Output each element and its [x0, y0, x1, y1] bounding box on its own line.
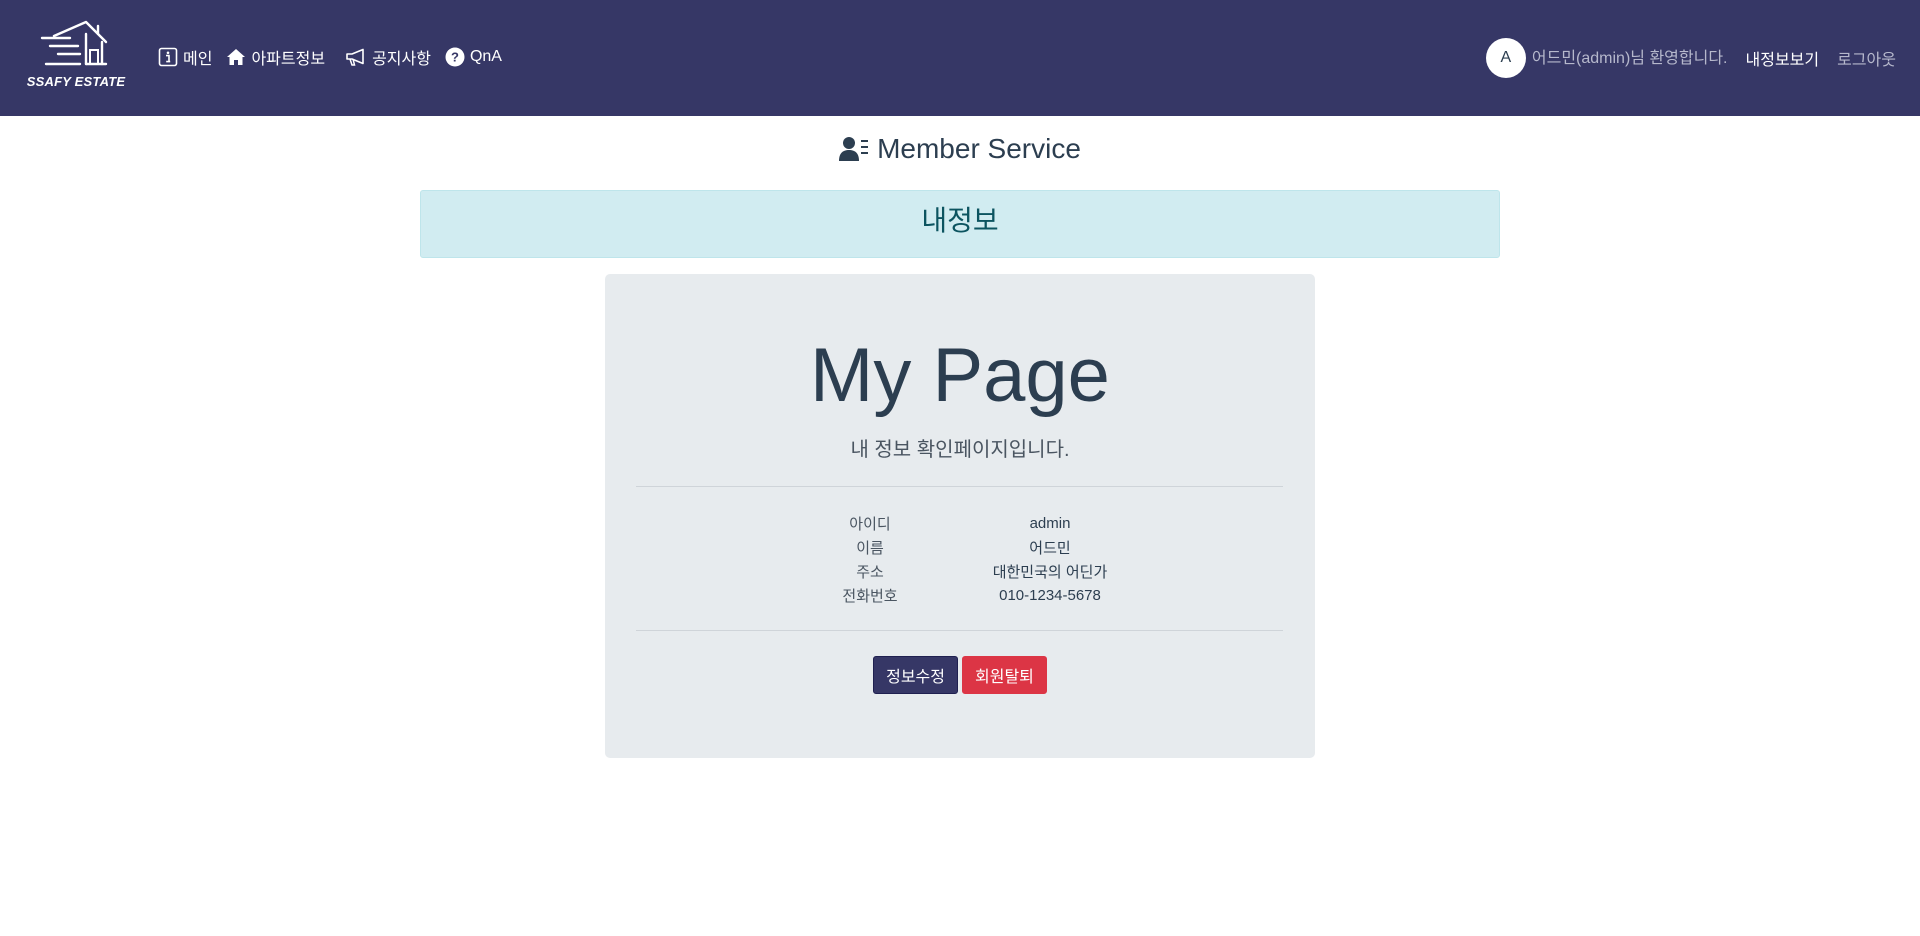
top-navbar: SSAFY ESTATE 메인 아파트정보 공지사항 ? QnA A 어드민(a…	[0, 0, 1920, 116]
logout-link[interactable]: 로그아웃	[1837, 46, 1896, 70]
divider	[636, 630, 1283, 631]
info-label: 아이디	[849, 515, 891, 533]
svg-text:?: ?	[451, 50, 459, 65]
nav-item-label: 메인	[183, 51, 213, 68]
alert-text: 내정보	[921, 205, 999, 236]
user-info-table: 아이디 admin 이름 어드민 주소 대한민국의 어딘가 전화번호 010-1…	[780, 511, 1140, 607]
question-circle-icon: ?	[445, 47, 465, 67]
main-nav: 메인 아파트정보 공지사항 ? QnA	[158, 44, 516, 70]
nav-item-label: 공지사항	[372, 51, 431, 68]
divider	[636, 486, 1283, 487]
home-icon	[226, 48, 246, 66]
info-value: 010-1234-5678	[999, 586, 1101, 604]
brand-logo-link[interactable]: SSAFY ESTATE	[24, 20, 128, 96]
withdraw-button[interactable]: 회원탈퇴	[962, 656, 1047, 694]
mypage-title: My Page	[810, 333, 1110, 418]
info-value: admin	[1029, 514, 1071, 532]
brand-text: SSAFY ESTATE	[26, 74, 126, 89]
action-buttons: 정보수정 회원탈퇴	[605, 656, 1315, 694]
info-value: 대한민국의 어딘가	[992, 563, 1108, 581]
user-nav: A 어드민(admin)님 환영합니다. 내정보보기 로그아웃	[1485, 38, 1896, 78]
info-value: 어드민	[1029, 539, 1071, 557]
info-row-address: 주소 대한민국의 어딘가	[780, 559, 1140, 583]
nav-item-qna[interactable]: ? QnA	[445, 47, 502, 67]
nav-item-notice[interactable]: 공지사항	[345, 45, 431, 69]
info-alert: 내정보	[420, 190, 1500, 258]
info-label: 전화번호	[842, 587, 898, 605]
info-label: 주소	[856, 563, 884, 581]
nav-item-label: QnA	[469, 48, 502, 65]
info-row-phone: 전화번호 010-1234-5678	[780, 583, 1140, 607]
house-logo-icon	[40, 20, 108, 66]
avatar[interactable]: A	[1485, 38, 1526, 78]
nav-item-apartment[interactable]: 아파트정보	[226, 45, 325, 69]
info-row-name: 이름 어드민	[780, 535, 1140, 559]
nav-item-label: 아파트정보	[251, 51, 326, 68]
nav-item-main[interactable]: 메인	[158, 45, 212, 69]
mypage-link[interactable]: 내정보보기	[1746, 46, 1820, 70]
page-title: Member Service	[0, 131, 1920, 167]
info-label: 이름	[856, 539, 884, 557]
info-row-id: 아이디 admin	[780, 511, 1140, 535]
edit-info-button[interactable]: 정보수정	[873, 656, 958, 694]
page-title-text: Member Service	[877, 133, 1081, 164]
mypage-subtitle: 내 정보 확인페이지입니다.	[850, 439, 1070, 461]
user-list-icon	[839, 136, 869, 162]
megaphone-icon	[345, 48, 367, 66]
welcome-text: 어드민(admin)님 환영합니다.	[1531, 50, 1728, 67]
info-box-icon	[158, 47, 178, 67]
mypage-card: My Page 내 정보 확인페이지입니다. 아이디 admin 이름 어드민 …	[605, 274, 1315, 758]
